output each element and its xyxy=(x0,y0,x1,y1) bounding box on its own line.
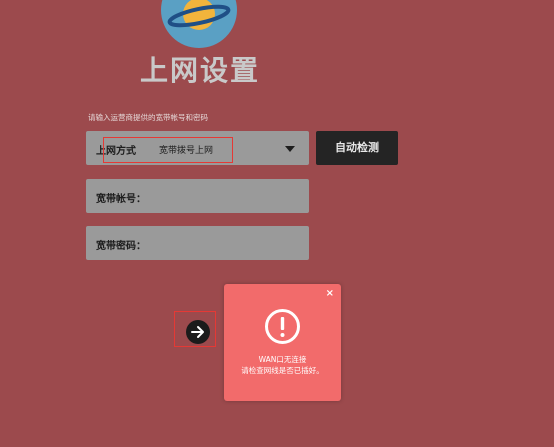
password-label: 宽带密码： xyxy=(96,241,146,252)
error-message-line1: WAN口无连接 xyxy=(258,355,307,364)
password-field[interactable]: 宽带密码： xyxy=(86,226,309,260)
page-title: 上网设置 xyxy=(139,54,260,87)
arrow-right-icon xyxy=(191,326,204,338)
instruction-text: 请输入运营商提供的宽带帐号和密码 xyxy=(88,113,208,122)
chevron-down-icon[interactable] xyxy=(285,146,295,152)
account-field[interactable]: 宽带帐号： xyxy=(86,179,309,213)
exclamation-circle-icon xyxy=(265,309,300,344)
planet-logo-icon xyxy=(161,0,237,48)
error-message-line2: 请检查网线是否已插好。 xyxy=(241,366,324,375)
next-button[interactable] xyxy=(186,320,210,344)
auto-detect-button[interactable]: 自动检测 xyxy=(316,131,398,165)
error-popup: × WAN口无连接 请检查网线是否已插好。 xyxy=(224,284,341,401)
account-label: 宽带帐号： xyxy=(96,194,146,205)
connection-highlight-box xyxy=(103,137,233,163)
close-icon[interactable]: × xyxy=(326,288,334,299)
